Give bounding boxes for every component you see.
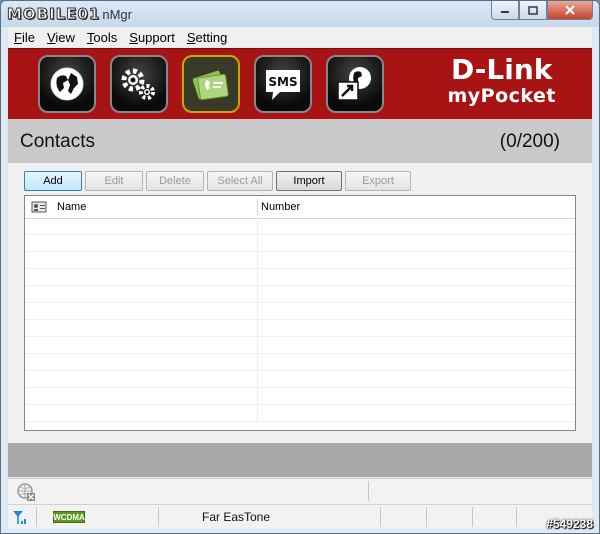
table-row xyxy=(25,354,575,371)
title-logo: MOBILE01 xyxy=(6,5,101,24)
column-header-name[interactable]: Name xyxy=(57,196,257,218)
status-separator xyxy=(158,507,159,527)
toolbar-network-button[interactable] xyxy=(326,55,384,113)
menu-tools[interactable]: Tools xyxy=(81,30,123,45)
maximize-icon xyxy=(528,5,538,15)
toolbar-sms-button[interactable]: SMS xyxy=(254,55,312,113)
import-button[interactable]: Import xyxy=(276,171,342,191)
title-bar[interactable]: MOBILE01 nMgr xyxy=(1,1,599,27)
footer-band xyxy=(8,443,592,477)
status-bar-top xyxy=(8,478,592,505)
contacts-panel: Add Edit Delete Select All Import Export xyxy=(8,163,592,443)
menu-file[interactable]: File xyxy=(8,30,41,45)
status-separator xyxy=(426,507,427,527)
network-type-badge: WCDMA xyxy=(53,511,85,523)
table-row xyxy=(25,252,575,269)
table-row xyxy=(25,320,575,337)
network-disconnected-icon xyxy=(17,483,35,501)
table-row xyxy=(25,371,575,388)
svg-text:SMS: SMS xyxy=(268,75,297,89)
status-separator xyxy=(36,507,37,527)
delete-button[interactable]: Delete xyxy=(146,171,204,191)
title-text: nMgr xyxy=(102,6,132,22)
globe-icon xyxy=(50,67,84,101)
table-row xyxy=(25,337,575,354)
toolbar-contacts-button[interactable] xyxy=(182,55,240,113)
table-row xyxy=(25,303,575,320)
table-row xyxy=(25,235,575,252)
menu-view[interactable]: View xyxy=(41,30,81,45)
settings-gears-icon xyxy=(121,68,155,100)
add-button[interactable]: Add xyxy=(24,171,82,191)
app-window: MOBILE01 nMgr File View Tools Support Se… xyxy=(0,0,600,534)
dlink-brand-logo: D-Link myPocket xyxy=(447,53,556,108)
toolbar-internet-button[interactable] xyxy=(38,55,96,113)
menu-setting[interactable]: Setting xyxy=(181,30,233,45)
page-title: Contacts xyxy=(20,131,95,152)
network-globe-arrow-icon xyxy=(337,67,371,101)
status-separator xyxy=(472,507,473,527)
close-button[interactable] xyxy=(547,1,593,20)
table-row xyxy=(25,405,575,422)
contact-card-icon xyxy=(31,201,47,213)
edit-button[interactable]: Edit xyxy=(85,171,143,191)
operator-name: Far EasTone xyxy=(202,510,271,524)
signal-antenna-icon xyxy=(13,511,26,524)
sms-icon: SMS xyxy=(266,70,300,100)
column-header-number[interactable]: Number xyxy=(261,196,561,218)
brand-name: D-Link xyxy=(451,53,553,86)
minimize-button[interactable] xyxy=(491,1,519,20)
table-row xyxy=(25,218,575,235)
contacts-count: (0/200) xyxy=(499,131,560,152)
status-separator xyxy=(516,507,517,527)
maximize-button[interactable] xyxy=(519,1,547,20)
window-title: MOBILE01 nMgr xyxy=(6,4,132,24)
table-body xyxy=(25,218,575,422)
image-watermark: #549238 xyxy=(546,517,593,531)
table-header: Name Number xyxy=(25,196,575,219)
main-toolbar: SMS D-Link myPocket xyxy=(8,48,592,120)
status-separator xyxy=(380,507,381,527)
status-bar-bottom: WCDMA Far EasTone xyxy=(8,504,592,529)
select-all-button[interactable]: Select All xyxy=(207,171,273,191)
header-icon-cell[interactable] xyxy=(31,196,53,218)
window-controls xyxy=(491,1,593,20)
toolbar-settings-button[interactable] xyxy=(110,55,168,113)
export-button[interactable]: Export xyxy=(345,171,411,191)
table-row xyxy=(25,269,575,286)
menu-bar: File View Tools Support Setting xyxy=(8,27,592,47)
status-separator xyxy=(368,481,369,501)
section-header: Contacts (0/200) xyxy=(8,119,592,164)
table-row xyxy=(25,388,575,405)
action-buttons: Add Edit Delete Select All Import Export xyxy=(24,171,414,191)
minimize-icon xyxy=(501,11,509,13)
menu-support[interactable]: Support xyxy=(123,30,181,45)
table-row xyxy=(25,286,575,303)
contacts-table[interactable]: Name Number xyxy=(24,195,576,431)
brand-product: myPocket xyxy=(447,85,556,107)
contacts-phonebook-icon xyxy=(192,70,229,101)
header-divider xyxy=(257,199,258,215)
close-icon xyxy=(565,5,575,15)
